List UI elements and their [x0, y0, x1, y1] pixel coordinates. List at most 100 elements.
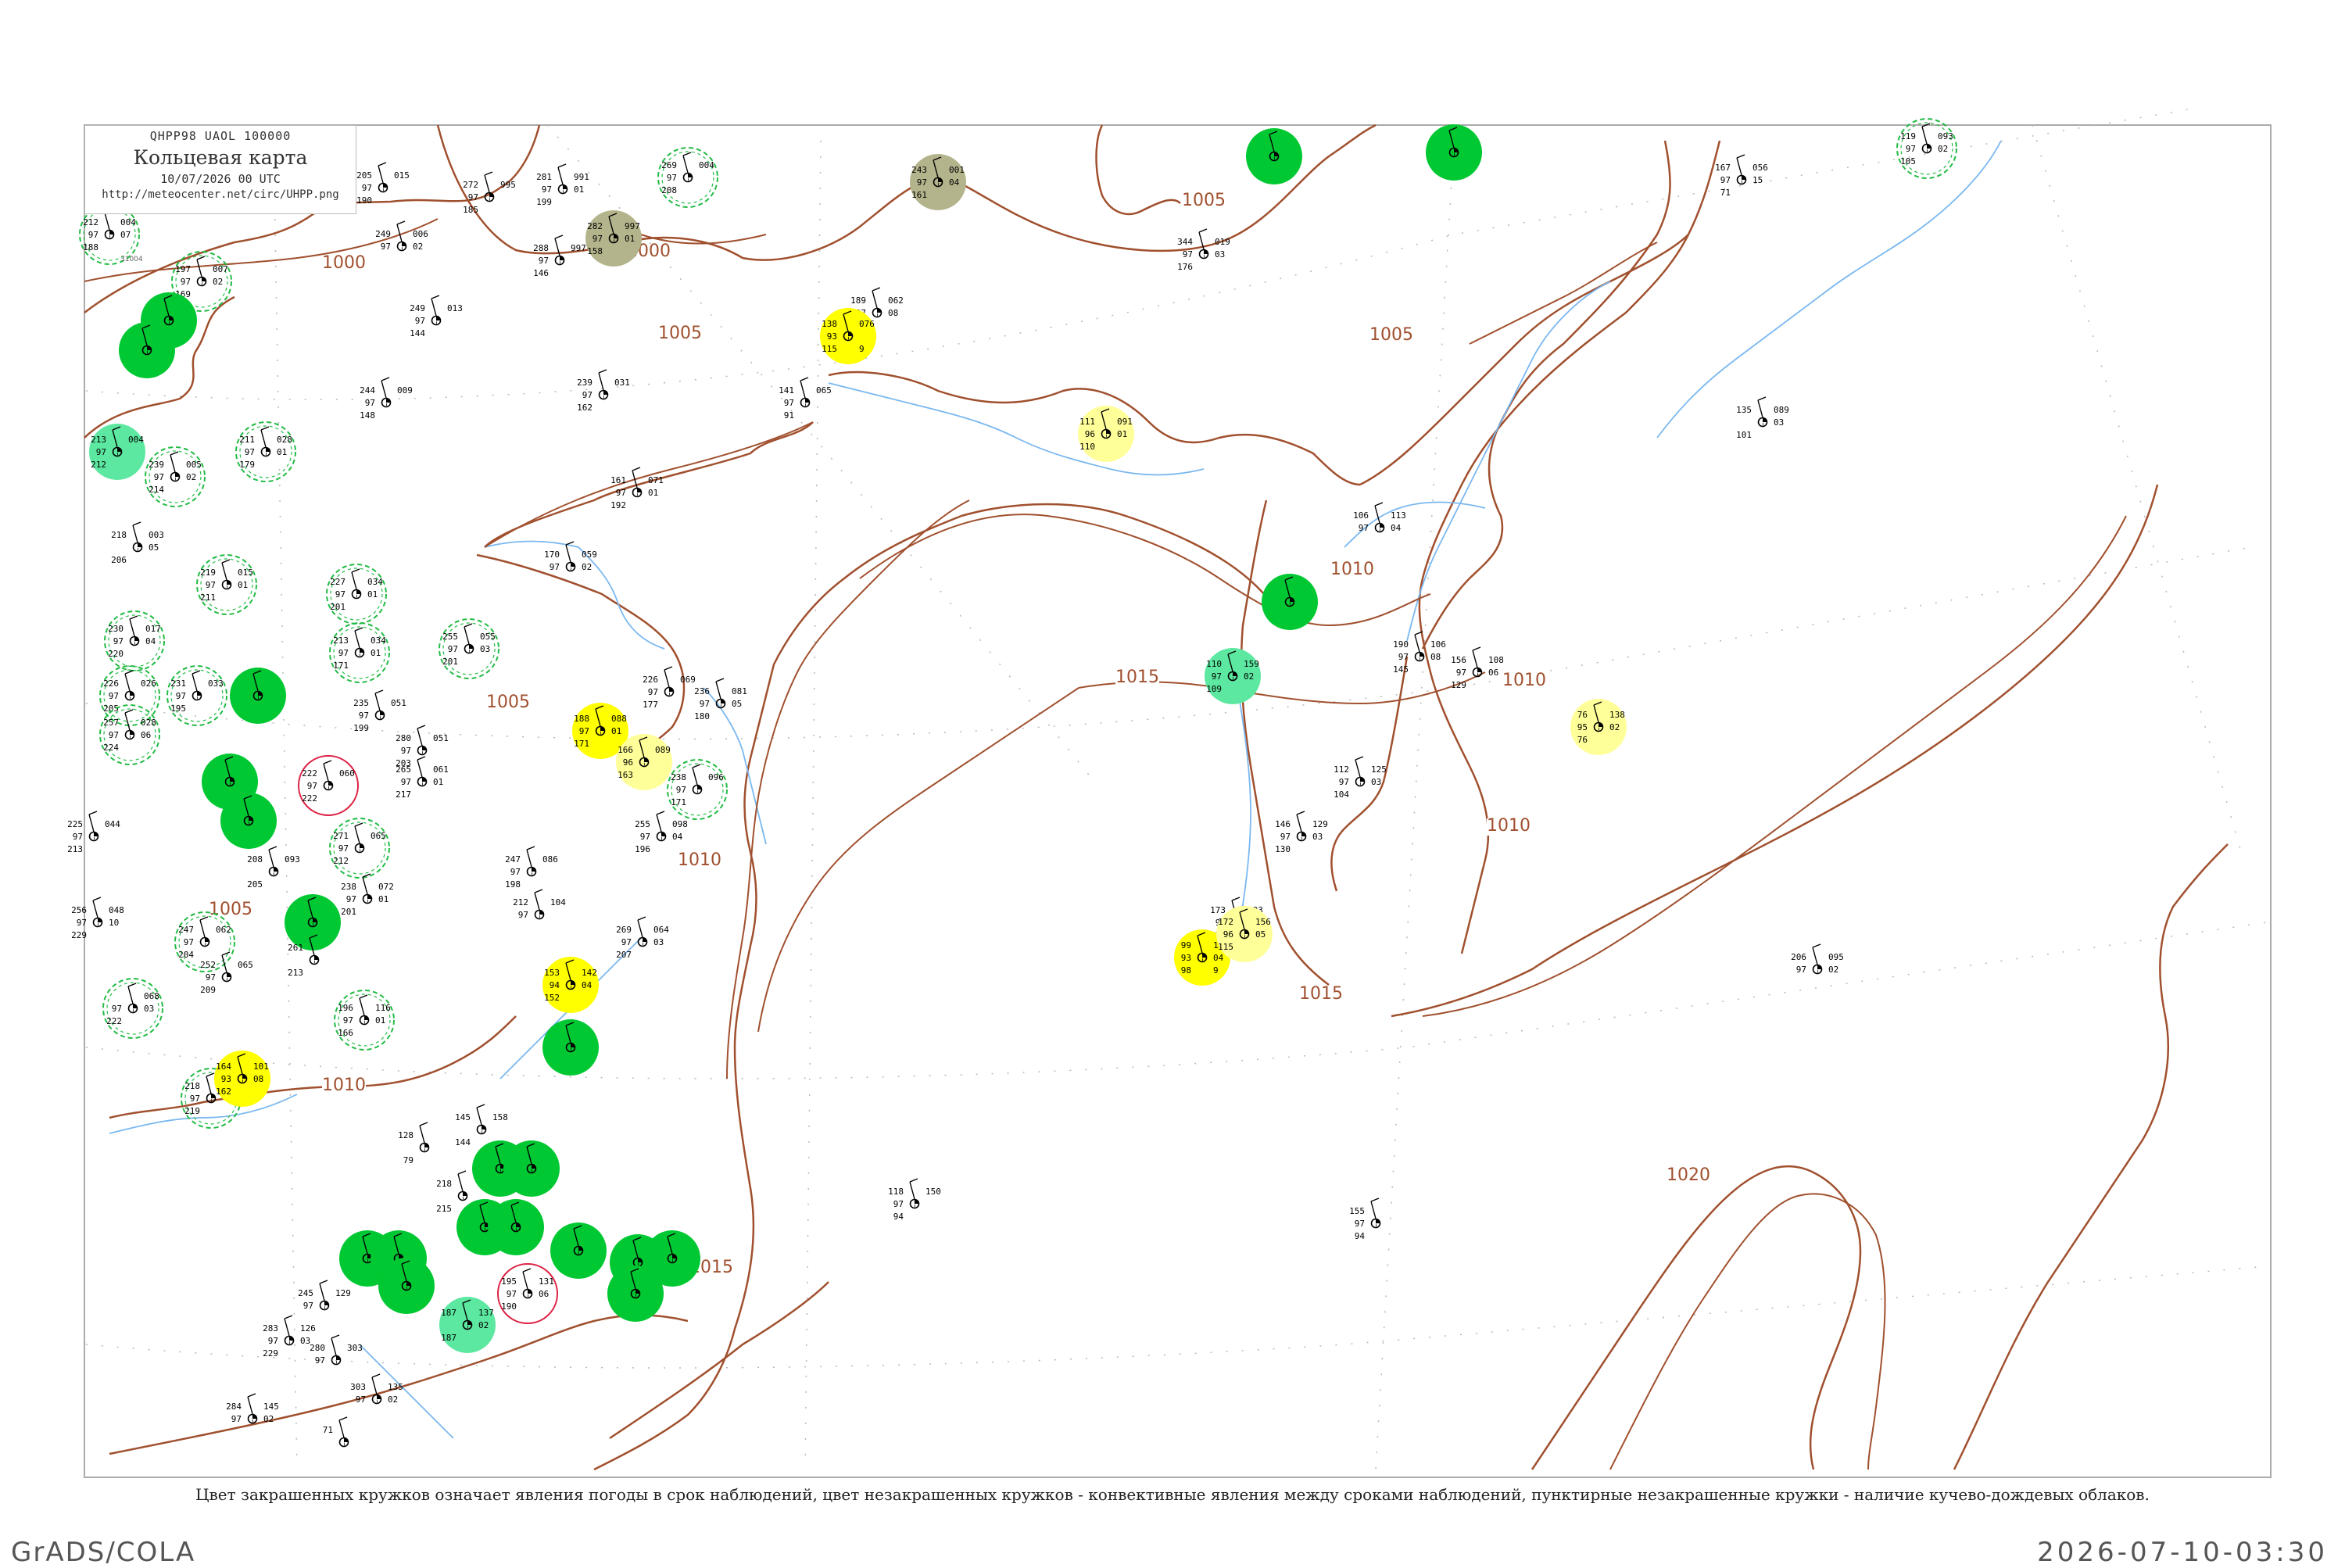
station: 272 995 97 185: [463, 171, 516, 215]
station-value-ml: 97: [181, 277, 191, 287]
wind-barb-icon: [354, 627, 363, 649]
station: 225 044 97 213: [67, 811, 120, 854]
station-value-bl: 76: [1577, 735, 1588, 745]
station-value-bl: 201: [442, 657, 458, 667]
station: [220, 793, 277, 849]
station: [550, 1223, 607, 1279]
station-value-tr: 065: [816, 385, 832, 396]
station-value-bl: 94: [1355, 1231, 1366, 1241]
station-value-tr: 997: [625, 221, 640, 231]
station: 195 131 97 06 190: [497, 1263, 558, 1324]
wind-barb-icon: [199, 916, 209, 938]
station-value-ml: 97: [88, 230, 98, 240]
station-value-bl: 162: [577, 403, 593, 413]
station-value-ml: 97: [1398, 652, 1409, 662]
wind-barb-icon: [909, 1178, 918, 1200]
station-value-tr: 095: [1828, 952, 1844, 962]
station-value-bl: 190: [356, 195, 372, 206]
station-value-tr: 303: [347, 1343, 363, 1353]
station-value-ml: 97: [648, 687, 658, 697]
station-value-tl: 303: [350, 1382, 366, 1392]
station-value-bl: 195: [170, 703, 186, 714]
station-value-tr: 098: [672, 819, 688, 829]
station-value-br: 9: [1213, 965, 1219, 976]
station-value-tl: 284: [226, 1402, 242, 1412]
station-value-bl: 187: [441, 1333, 456, 1343]
station-value-mr: 05: [149, 542, 159, 553]
station: 303 135 97 02: [350, 1373, 403, 1405]
station-value-tl: 99: [1181, 940, 1191, 950]
station-value-tr: 033: [208, 678, 224, 689]
station-value-tl: 247: [178, 925, 194, 935]
station-value-ml: 97: [73, 832, 83, 842]
chart-date: 10/07/2026 00 UTC: [160, 172, 281, 186]
station-value-br: 9: [859, 344, 865, 354]
station-value-ml: 97: [346, 894, 356, 904]
station-value-ml: 97: [1183, 249, 1193, 260]
station-value-bl: 196: [635, 844, 650, 854]
station-value-ml: 97: [1456, 668, 1466, 678]
station-value-bl: 229: [71, 930, 87, 940]
station-value-ml: 97: [184, 937, 194, 947]
station-value-bl: 171: [574, 739, 589, 749]
station-value-tr: 091: [1117, 417, 1133, 427]
station-value-bl: 98: [1181, 965, 1191, 976]
station: [230, 668, 286, 724]
station-value-ml: 97: [335, 589, 345, 600]
station-value-tr: 034: [367, 577, 383, 587]
station-value-ml: 97: [365, 398, 375, 408]
station-value-ml: 97: [176, 691, 186, 701]
station-value-tr: 062: [216, 925, 231, 935]
isobar-label: 1015: [1115, 668, 1159, 687]
station-value-tr: 034: [371, 635, 386, 646]
station-value-tl: 106: [1353, 510, 1369, 521]
station-id: 31004: [120, 256, 143, 263]
station-value-tl: 153: [544, 968, 560, 978]
station-value-bl: 207: [616, 950, 632, 960]
station-value-ml: 97: [542, 184, 552, 195]
station-value-bl: 91: [784, 410, 794, 421]
station-value-bl: 110: [1079, 442, 1095, 452]
station-value-ml: 97: [1280, 832, 1291, 842]
station: 153 142 94 04 152: [542, 957, 599, 1013]
station-value-tr: 125: [1371, 764, 1387, 775]
station-value-tr: 044: [105, 819, 120, 829]
station-value-ml: 97: [893, 1199, 904, 1209]
station-value-ml: 97: [381, 242, 391, 252]
station-value-mr: 01: [277, 447, 287, 457]
station: 164 101 93 08 162: [214, 1051, 270, 1107]
station-value-tr: 093: [1938, 131, 1953, 141]
station-value-mr: 07: [120, 230, 131, 240]
station-value-tr: 129: [1312, 819, 1328, 829]
wind-barb-icon: [354, 822, 363, 844]
station-value-tr: 062: [888, 295, 904, 306]
station-value-ml: 97: [616, 488, 626, 498]
station-value-bl: 94: [893, 1212, 904, 1222]
station-value-ml: 97: [1359, 523, 1369, 533]
station-value-bl: 213: [288, 968, 303, 978]
station-value-mr: 01: [371, 648, 381, 658]
wind-barb-icon: [124, 709, 134, 731]
station-value-bl: 212: [333, 856, 349, 866]
station-value-tl: 195: [501, 1276, 517, 1287]
station-value-tl: 288: [533, 243, 549, 253]
station-value-ml: 97: [356, 1394, 366, 1405]
isobar-label: 1005: [1182, 191, 1226, 210]
station-value-bl: 166: [338, 1028, 353, 1038]
station: 236 081 97 05 180: [694, 678, 747, 721]
station-value-mr: 01: [574, 184, 584, 195]
station-value-tl: 257: [103, 718, 119, 728]
station-value-bl: 79: [403, 1155, 414, 1165]
station-value-tl: 166: [618, 745, 633, 755]
software-credit: GrADS/COLA: [11, 1537, 196, 1568]
station-value-tl: 272: [463, 180, 478, 190]
station: 172 156 96 05 115: [1216, 906, 1273, 962]
station: 141 065 97 91: [779, 377, 832, 421]
station: 269 004 97 208: [657, 147, 718, 208]
wind-barb-icon: [378, 162, 387, 184]
station-value-ml: 97: [77, 918, 87, 928]
station: 239 031 97 162: [577, 369, 630, 413]
station-value-bl: 71: [1720, 188, 1731, 198]
wind-barb-icon: [331, 1334, 340, 1356]
station-value-ml: 97: [206, 580, 216, 590]
